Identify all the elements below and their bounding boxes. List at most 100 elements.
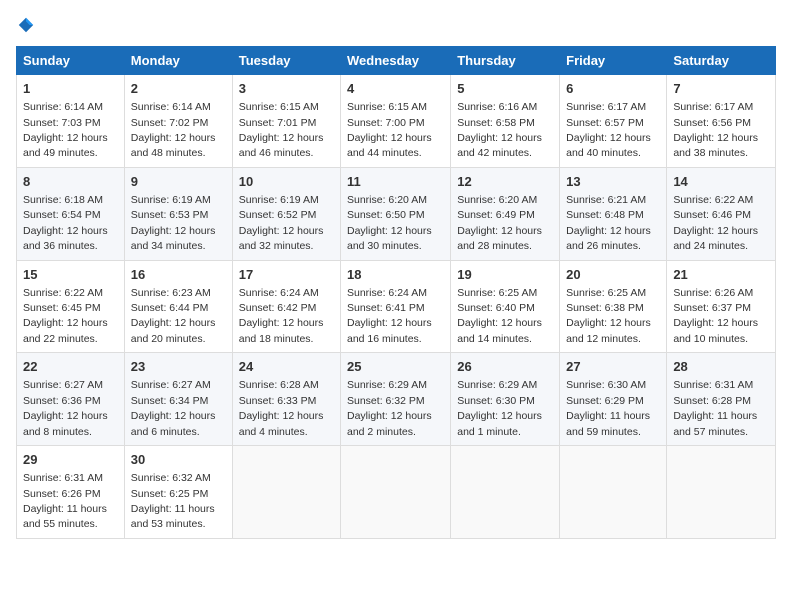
calendar-day-cell: 23 Sunrise: 6:27 AMSunset: 6:34 PMDayligh… bbox=[124, 353, 232, 446]
weekday-header-tuesday: Tuesday bbox=[232, 47, 340, 75]
weekday-header-row: SundayMondayTuesdayWednesdayThursdayFrid… bbox=[17, 47, 776, 75]
day-info: Sunrise: 6:20 AMSunset: 6:49 PMDaylight:… bbox=[457, 194, 542, 252]
calendar-week-row: 1 Sunrise: 6:14 AMSunset: 7:03 PMDaylight… bbox=[17, 75, 776, 168]
day-number: 28 bbox=[673, 358, 769, 376]
day-number: 30 bbox=[131, 451, 226, 469]
day-number: 27 bbox=[566, 358, 660, 376]
logo-icon bbox=[17, 16, 35, 34]
day-number: 4 bbox=[347, 80, 444, 98]
day-info: Sunrise: 6:18 AMSunset: 6:54 PMDaylight:… bbox=[23, 194, 108, 252]
day-info: Sunrise: 6:23 AMSunset: 6:44 PMDaylight:… bbox=[131, 287, 216, 345]
calendar-day-cell bbox=[232, 446, 340, 539]
day-number: 16 bbox=[131, 266, 226, 284]
day-number: 15 bbox=[23, 266, 118, 284]
calendar-day-cell: 9Sunrise: 6:19 AMSunset: 6:53 PMDaylight… bbox=[124, 167, 232, 260]
day-info: Sunrise: 6:25 AMSunset: 6:38 PMDaylight:… bbox=[566, 287, 651, 345]
day-info: Sunrise: 6:16 AMSunset: 6:58 PMDaylight:… bbox=[457, 101, 542, 159]
calendar-day-cell: 13 Sunrise: 6:21 AMSunset: 6:48 PMDayligh… bbox=[560, 167, 667, 260]
weekday-header-saturday: Saturday bbox=[667, 47, 776, 75]
weekday-header-friday: Friday bbox=[560, 47, 667, 75]
calendar-day-cell: 24 Sunrise: 6:28 AMSunset: 6:33 PMDayligh… bbox=[232, 353, 340, 446]
day-number: 2 bbox=[131, 80, 226, 98]
day-number: 8 bbox=[23, 173, 118, 191]
page-header bbox=[16, 16, 776, 34]
calendar-day-cell bbox=[341, 446, 451, 539]
day-info: Sunrise: 6:31 AMSunset: 6:28 PMDaylight:… bbox=[673, 379, 757, 437]
calendar-day-cell: 17 Sunrise: 6:24 AMSunset: 6:42 PMDayligh… bbox=[232, 260, 340, 353]
day-info: Sunrise: 6:27 AMSunset: 6:36 PMDaylight:… bbox=[23, 379, 108, 437]
day-info: Sunrise: 6:29 AMSunset: 6:30 PMDaylight:… bbox=[457, 379, 542, 437]
day-number: 6 bbox=[566, 80, 660, 98]
day-number: 14 bbox=[673, 173, 769, 191]
calendar-day-cell: 3Sunrise: 6:15 AMSunset: 7:01 PMDaylight… bbox=[232, 75, 340, 168]
day-info: Sunrise: 6:28 AMSunset: 6:33 PMDaylight:… bbox=[239, 379, 324, 437]
day-info: Sunrise: 6:21 AMSunset: 6:48 PMDaylight:… bbox=[566, 194, 651, 252]
day-info: Sunrise: 6:27 AMSunset: 6:34 PMDaylight:… bbox=[131, 379, 216, 437]
calendar-day-cell: 2 Sunrise: 6:14 AMSunset: 7:02 PMDaylight… bbox=[124, 75, 232, 168]
day-info: Sunrise: 6:32 AMSunset: 6:25 PMDaylight:… bbox=[131, 472, 215, 530]
day-number: 7 bbox=[673, 80, 769, 98]
day-number: 25 bbox=[347, 358, 444, 376]
day-info: Sunrise: 6:20 AMSunset: 6:50 PMDaylight:… bbox=[347, 194, 432, 252]
day-number: 9 bbox=[131, 173, 226, 191]
day-number: 23 bbox=[131, 358, 226, 376]
calendar-day-cell: 21 Sunrise: 6:26 AMSunset: 6:37 PMDayligh… bbox=[667, 260, 776, 353]
day-number: 13 bbox=[566, 173, 660, 191]
calendar-day-cell: 5 Sunrise: 6:16 AMSunset: 6:58 PMDaylight… bbox=[451, 75, 560, 168]
calendar-day-cell bbox=[451, 446, 560, 539]
calendar-day-cell: 16 Sunrise: 6:23 AMSunset: 6:44 PMDayligh… bbox=[124, 260, 232, 353]
calendar-day-cell: 29Sunrise: 6:31 AMSunset: 6:26 PMDayligh… bbox=[17, 446, 125, 539]
calendar-day-cell: 14 Sunrise: 6:22 AMSunset: 6:46 PMDayligh… bbox=[667, 167, 776, 260]
day-info: Sunrise: 6:19 AMSunset: 6:52 PMDaylight:… bbox=[239, 194, 324, 252]
day-info: Sunrise: 6:24 AMSunset: 6:41 PMDaylight:… bbox=[347, 287, 432, 345]
calendar-day-cell bbox=[667, 446, 776, 539]
day-number: 20 bbox=[566, 266, 660, 284]
calendar-week-row: 29Sunrise: 6:31 AMSunset: 6:26 PMDayligh… bbox=[17, 446, 776, 539]
day-number: 21 bbox=[673, 266, 769, 284]
calendar-day-cell: 19 Sunrise: 6:25 AMSunset: 6:40 PMDayligh… bbox=[451, 260, 560, 353]
day-info: Sunrise: 6:26 AMSunset: 6:37 PMDaylight:… bbox=[673, 287, 758, 345]
day-info: Sunrise: 6:22 AMSunset: 6:46 PMDaylight:… bbox=[673, 194, 758, 252]
day-info: Sunrise: 6:25 AMSunset: 6:40 PMDaylight:… bbox=[457, 287, 542, 345]
calendar-day-cell: 11 Sunrise: 6:20 AMSunset: 6:50 PMDayligh… bbox=[341, 167, 451, 260]
calendar-day-cell: 26 Sunrise: 6:29 AMSunset: 6:30 PMDayligh… bbox=[451, 353, 560, 446]
calendar-day-cell: 1 Sunrise: 6:14 AMSunset: 7:03 PMDaylight… bbox=[17, 75, 125, 168]
day-number: 22 bbox=[23, 358, 118, 376]
day-info: Sunrise: 6:14 AMSunset: 7:03 PMDaylight:… bbox=[23, 101, 108, 159]
day-number: 26 bbox=[457, 358, 553, 376]
day-info: Sunrise: 6:22 AMSunset: 6:45 PMDaylight:… bbox=[23, 287, 108, 345]
calendar-day-cell bbox=[560, 446, 667, 539]
day-number: 18 bbox=[347, 266, 444, 284]
calendar-day-cell: 10 Sunrise: 6:19 AMSunset: 6:52 PMDayligh… bbox=[232, 167, 340, 260]
day-info: Sunrise: 6:17 AMSunset: 6:56 PMDaylight:… bbox=[673, 101, 758, 159]
calendar-day-cell: 25 Sunrise: 6:29 AMSunset: 6:32 PMDayligh… bbox=[341, 353, 451, 446]
calendar-week-row: 22 Sunrise: 6:27 AMSunset: 6:36 PMDayligh… bbox=[17, 353, 776, 446]
calendar-day-cell: 30 Sunrise: 6:32 AMSunset: 6:25 PMDayligh… bbox=[124, 446, 232, 539]
day-number: 29 bbox=[23, 451, 118, 469]
calendar-day-cell: 7 Sunrise: 6:17 AMSunset: 6:56 PMDaylight… bbox=[667, 75, 776, 168]
day-info: Sunrise: 6:14 AMSunset: 7:02 PMDaylight:… bbox=[131, 101, 216, 159]
day-number: 24 bbox=[239, 358, 334, 376]
calendar-day-cell: 28 Sunrise: 6:31 AMSunset: 6:28 PMDayligh… bbox=[667, 353, 776, 446]
day-info: Sunrise: 6:24 AMSunset: 6:42 PMDaylight:… bbox=[239, 287, 324, 345]
calendar-day-cell: 15 Sunrise: 6:22 AMSunset: 6:45 PMDayligh… bbox=[17, 260, 125, 353]
calendar-day-cell: 12 Sunrise: 6:20 AMSunset: 6:49 PMDayligh… bbox=[451, 167, 560, 260]
weekday-header-wednesday: Wednesday bbox=[341, 47, 451, 75]
weekday-header-sunday: Sunday bbox=[17, 47, 125, 75]
day-number: 10 bbox=[239, 173, 334, 191]
calendar-day-cell: 8 Sunrise: 6:18 AMSunset: 6:54 PMDaylight… bbox=[17, 167, 125, 260]
day-info: Sunrise: 6:15 AMSunset: 7:01 PMDaylight:… bbox=[239, 101, 324, 159]
calendar-day-cell: 6Sunrise: 6:17 AMSunset: 6:57 PMDaylight… bbox=[560, 75, 667, 168]
calendar-day-cell: 4 Sunrise: 6:15 AMSunset: 7:00 PMDaylight… bbox=[341, 75, 451, 168]
day-info: Sunrise: 6:15 AMSunset: 7:00 PMDaylight:… bbox=[347, 101, 432, 159]
day-number: 17 bbox=[239, 266, 334, 284]
day-number: 12 bbox=[457, 173, 553, 191]
calendar-table: SundayMondayTuesdayWednesdayThursdayFrid… bbox=[16, 46, 776, 539]
calendar-day-cell: 20 Sunrise: 6:25 AMSunset: 6:38 PMDayligh… bbox=[560, 260, 667, 353]
day-number: 1 bbox=[23, 80, 118, 98]
day-number: 5 bbox=[457, 80, 553, 98]
day-number: 11 bbox=[347, 173, 444, 191]
day-number: 19 bbox=[457, 266, 553, 284]
day-info: Sunrise: 6:29 AMSunset: 6:32 PMDaylight:… bbox=[347, 379, 432, 437]
calendar-week-row: 15 Sunrise: 6:22 AMSunset: 6:45 PMDayligh… bbox=[17, 260, 776, 353]
